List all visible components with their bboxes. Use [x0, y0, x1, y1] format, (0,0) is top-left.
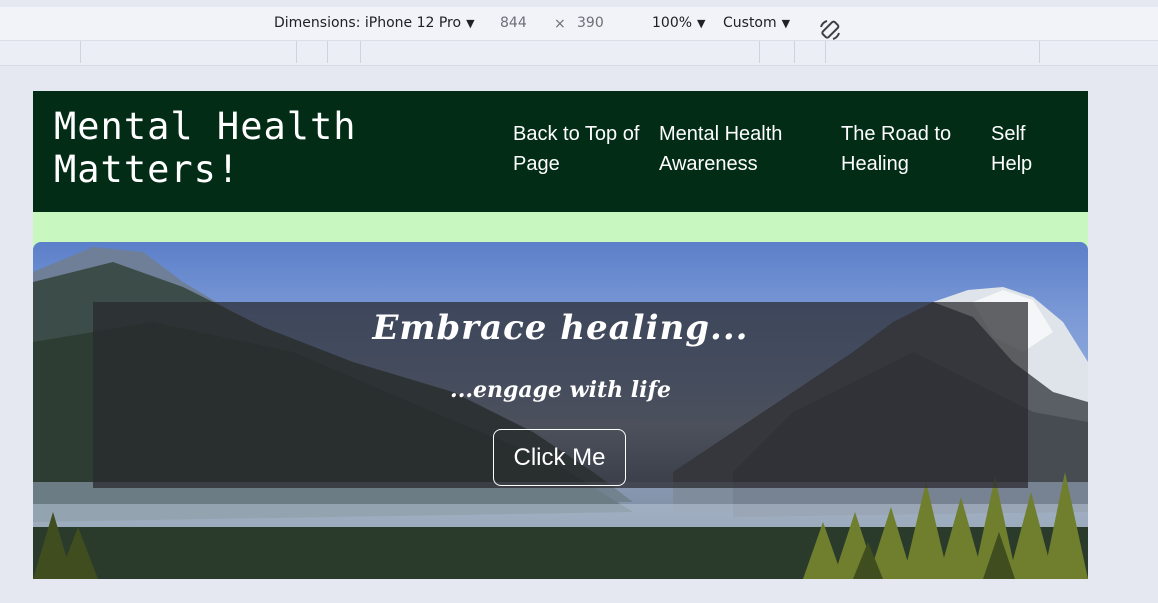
ruler-tick: [1039, 41, 1040, 63]
ruler-tick: [80, 41, 81, 63]
caret-down-icon: ▼: [781, 17, 791, 30]
nav-link-back-to-top[interactable]: Back to Top of Page: [513, 119, 653, 179]
caret-down-icon: ▼: [697, 17, 706, 30]
nav-link-self-help[interactable]: Self Help: [991, 119, 1051, 179]
click-me-button[interactable]: Click Me: [493, 429, 626, 486]
throttle-label: Custom: [723, 15, 777, 31]
dimension-separator: ×: [554, 16, 566, 32]
ruler-tick: [296, 41, 297, 63]
hero-overlay: Embrace healing... ...engage with life C…: [93, 302, 1028, 488]
site-header: Mental Health Matters! Back to Top of Pa…: [33, 91, 1088, 212]
page-viewport: Mental Health Matters! Back to Top of Pa…: [33, 91, 1088, 579]
ruler-tick: [360, 41, 361, 63]
device-toolbar: Dimensions: iPhone 12 Pro ▼ 844 × 390 100…: [0, 7, 1158, 41]
caret-down-icon: ▼: [466, 17, 475, 30]
nav-link-awareness[interactable]: Mental Health Awareness: [659, 119, 819, 179]
hero-subheading: ...engage with life: [450, 377, 671, 403]
media-query-ruler[interactable]: [0, 41, 1158, 66]
rotate-icon[interactable]: [818, 18, 842, 42]
throttle-select[interactable]: Custom ▼: [723, 15, 790, 31]
width-input[interactable]: 844: [500, 11, 562, 36]
ruler-tick: [794, 41, 795, 63]
main-nav: Back to Top of Page Mental Health Awaren…: [33, 119, 1088, 189]
device-select[interactable]: Dimensions: iPhone 12 Pro ▼: [274, 15, 475, 31]
ruler-tick: [327, 41, 328, 63]
hero-heading: Embrace healing...: [372, 308, 749, 348]
nav-link-road-to-healing[interactable]: The Road to Healing: [841, 119, 981, 179]
height-input[interactable]: 390: [577, 11, 639, 36]
ruler-tick: [825, 41, 826, 63]
zoom-label: 100%: [652, 15, 693, 31]
device-label: Dimensions: iPhone 12 Pro: [274, 15, 462, 31]
hero-banner: Embrace healing... ...engage with life C…: [33, 242, 1088, 579]
ruler-tick: [759, 41, 760, 63]
zoom-select[interactable]: 100% ▼: [652, 15, 706, 31]
